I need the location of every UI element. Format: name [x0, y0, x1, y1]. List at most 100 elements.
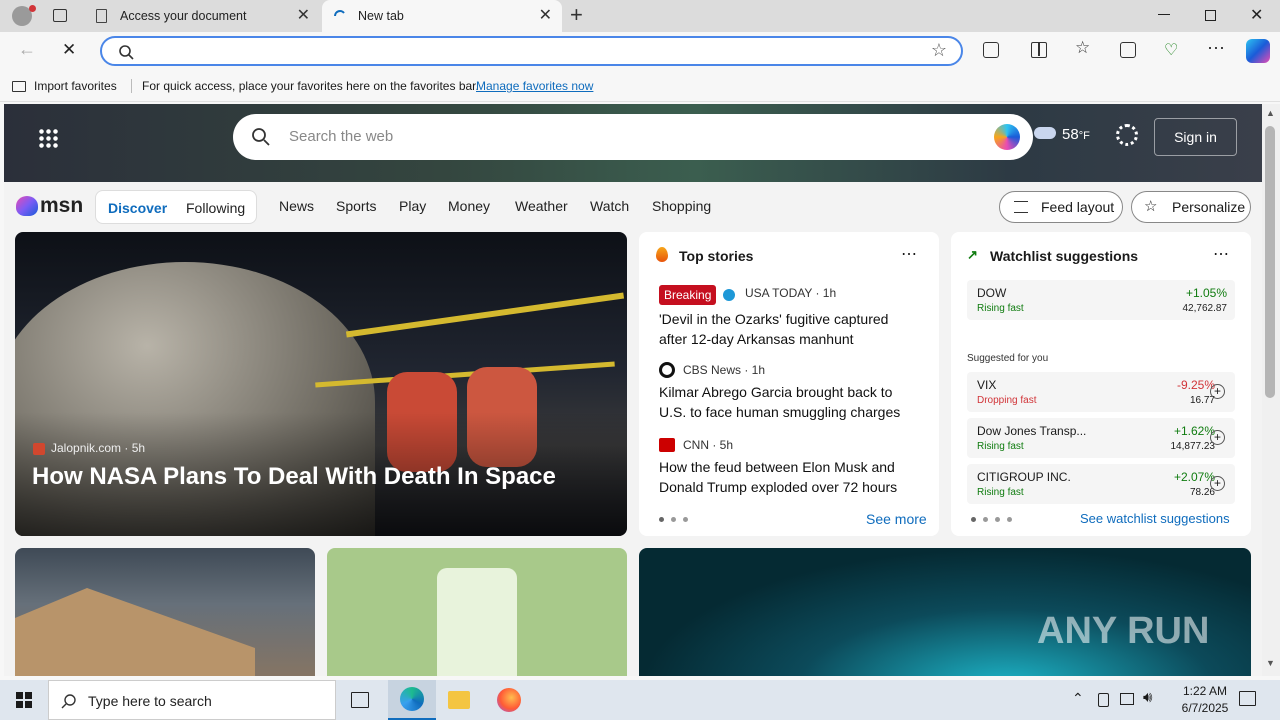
weather-unit: °F	[1078, 130, 1090, 142]
msn-logo[interactable]: msn	[16, 194, 83, 218]
carousel-dot[interactable]	[983, 517, 988, 522]
show-hidden-icons[interactable]: ⌃	[1072, 690, 1084, 707]
new-tab-button[interactable]: +	[570, 2, 583, 28]
copilot-icon[interactable]	[1246, 39, 1270, 63]
manage-favorites-link[interactable]: Manage favorites now	[476, 70, 593, 102]
carousel-dot[interactable]	[995, 517, 1000, 522]
story-card-monument[interactable]	[15, 548, 315, 676]
add-to-watchlist-icon[interactable]: +	[1210, 430, 1225, 445]
story-headline[interactable]: Kilmar Abrego Garcia brought back to U.S…	[659, 382, 919, 422]
page-scrollbar[interactable]: ▲ ▼	[1262, 104, 1280, 676]
story-card-tech[interactable]: ANY RUN	[639, 548, 1251, 676]
carousel-dot[interactable]	[971, 517, 976, 522]
story-headline[interactable]: How the feud between Elon Musk and Donal…	[659, 457, 919, 497]
back-button[interactable]: ←	[18, 39, 36, 60]
ticker-change: +2.07%	[1173, 470, 1215, 484]
clock-time[interactable]: 1:22 AM	[1172, 684, 1238, 698]
sign-in-button[interactable]: Sign in	[1154, 118, 1237, 156]
split-screen-icon[interactable]	[1031, 42, 1047, 58]
sliders-icon	[1014, 201, 1028, 213]
firefox-icon[interactable]	[497, 688, 521, 712]
tab-discover[interactable]: Discover	[108, 200, 167, 216]
add-to-watchlist-icon[interactable]: +	[1210, 384, 1225, 399]
copilot-search-icon[interactable]	[994, 124, 1020, 150]
network-icon[interactable]	[1098, 693, 1109, 707]
tab-new-tab[interactable]: New tab ✕	[322, 0, 562, 32]
search-placeholder: Search the web	[289, 128, 394, 145]
carousel-dot[interactable]	[683, 517, 688, 522]
top-stories-title: Top stories	[679, 248, 754, 264]
personalize-label: Personalize	[1172, 199, 1246, 215]
scroll-down-arrow[interactable]: ▼	[1266, 658, 1275, 668]
close-window-button[interactable]: ✕	[1250, 5, 1263, 25]
railing-image	[345, 292, 625, 338]
nav-sports[interactable]: Sports	[336, 198, 376, 214]
collections-icon[interactable]	[1120, 42, 1136, 58]
suggested-label: Suggested for you	[967, 353, 1049, 364]
ticker-name: CITIGROUP INC.	[977, 470, 1071, 484]
weather-widget[interactable]: 58°F	[1034, 126, 1090, 143]
stop-loading-button[interactable]: ✕	[62, 40, 76, 60]
address-bar[interactable]: ☆	[100, 36, 963, 66]
taskbar-search-box[interactable]: Type here to search	[48, 680, 336, 720]
breaking-badge: Breaking	[659, 285, 717, 305]
carousel-dot[interactable]	[1007, 517, 1012, 522]
favorites-icon[interactable]: ☆	[1075, 38, 1090, 58]
nav-shopping[interactable]: Shopping	[652, 198, 711, 214]
see-more-link[interactable]: See more	[866, 511, 927, 527]
settings-more-icon[interactable]: ⋯	[1207, 38, 1225, 59]
ticker-status: Dropping fast	[977, 395, 1037, 406]
ethernet-icon[interactable]	[1120, 693, 1134, 705]
watchlist-row-djt[interactable]: Dow Jones Transp... Rising fast +1.62% 1…	[967, 418, 1235, 458]
nav-weather[interactable]: Weather	[515, 198, 568, 214]
start-button[interactable]	[0, 680, 48, 720]
import-favorites-button[interactable]: Import favorites	[12, 70, 117, 102]
nav-watch[interactable]: Watch	[590, 198, 629, 214]
close-tab-icon[interactable]: ✕	[539, 0, 552, 32]
story-headline[interactable]: 'Devil in the Ozarks' fugitive captured …	[659, 309, 909, 349]
restore-button[interactable]	[1205, 10, 1216, 21]
tab-access-document[interactable]: Access your document ✕	[84, 0, 320, 32]
story-source: USA TODAY · 1h	[745, 286, 837, 300]
clock-date[interactable]: 6/7/2025	[1172, 701, 1238, 715]
see-watchlist-link[interactable]: See watchlist suggestions	[1080, 511, 1230, 526]
personalize-button[interactable]: ☆ Personalize	[1131, 191, 1251, 223]
story-card-protein[interactable]	[327, 548, 627, 676]
task-view-icon[interactable]	[351, 692, 369, 708]
hero-story-source: Jalopnik.com · 5h	[33, 441, 145, 455]
ticker-name: DOW	[977, 286, 1007, 300]
nav-play[interactable]: Play	[399, 198, 426, 214]
carousel-dot[interactable]	[671, 517, 676, 522]
import-icon	[12, 81, 26, 93]
feed-layout-button[interactable]: Feed layout	[999, 191, 1123, 223]
apps-launcher-icon[interactable]	[38, 128, 58, 148]
minimize-button[interactable]	[1158, 14, 1170, 15]
watchlist-row-dow[interactable]: DOW Rising fast +1.05% 42,762.87	[967, 280, 1235, 320]
edge-taskbar-icon[interactable]	[388, 680, 436, 720]
nav-news[interactable]: News	[279, 198, 314, 214]
ticker-name: Dow Jones Transp...	[977, 424, 1087, 438]
nav-money[interactable]: Money	[448, 198, 490, 214]
page-settings-icon[interactable]	[1116, 124, 1138, 146]
file-explorer-icon[interactable]	[448, 691, 470, 709]
add-to-watchlist-icon[interactable]: +	[1210, 476, 1225, 491]
profile-icon[interactable]	[12, 5, 36, 26]
watchlist-row-citi[interactable]: CITIGROUP INC. Rising fast +2.07% 78.26	[967, 464, 1235, 504]
scroll-thumb[interactable]	[1265, 126, 1275, 398]
hero-story-card[interactable]: Jalopnik.com · 5h How NASA Plans To Deal…	[15, 232, 627, 536]
close-tab-icon[interactable]: ✕	[297, 0, 310, 32]
tab-following[interactable]: Following	[186, 200, 245, 216]
watchlist-row-vix[interactable]: VIX Dropping fast -9.25% 16.77	[967, 372, 1235, 412]
web-search-box[interactable]: Search the web	[233, 114, 1033, 160]
more-options-icon[interactable]: ⋯	[901, 244, 917, 264]
extensions-icon[interactable]	[983, 42, 999, 58]
scroll-up-arrow[interactable]: ▲	[1266, 108, 1275, 118]
carousel-dot[interactable]	[659, 517, 664, 522]
notifications-icon[interactable]	[1239, 691, 1256, 706]
volume-icon[interactable]: 🔊︎	[1143, 689, 1152, 706]
favorite-star-icon[interactable]: ☆	[931, 40, 947, 61]
more-options-icon[interactable]: ⋯	[1213, 244, 1229, 264]
cbs-icon	[659, 362, 675, 378]
tab-actions-icon[interactable]	[53, 9, 67, 22]
browser-essentials-icon[interactable]: ♡	[1164, 40, 1178, 60]
